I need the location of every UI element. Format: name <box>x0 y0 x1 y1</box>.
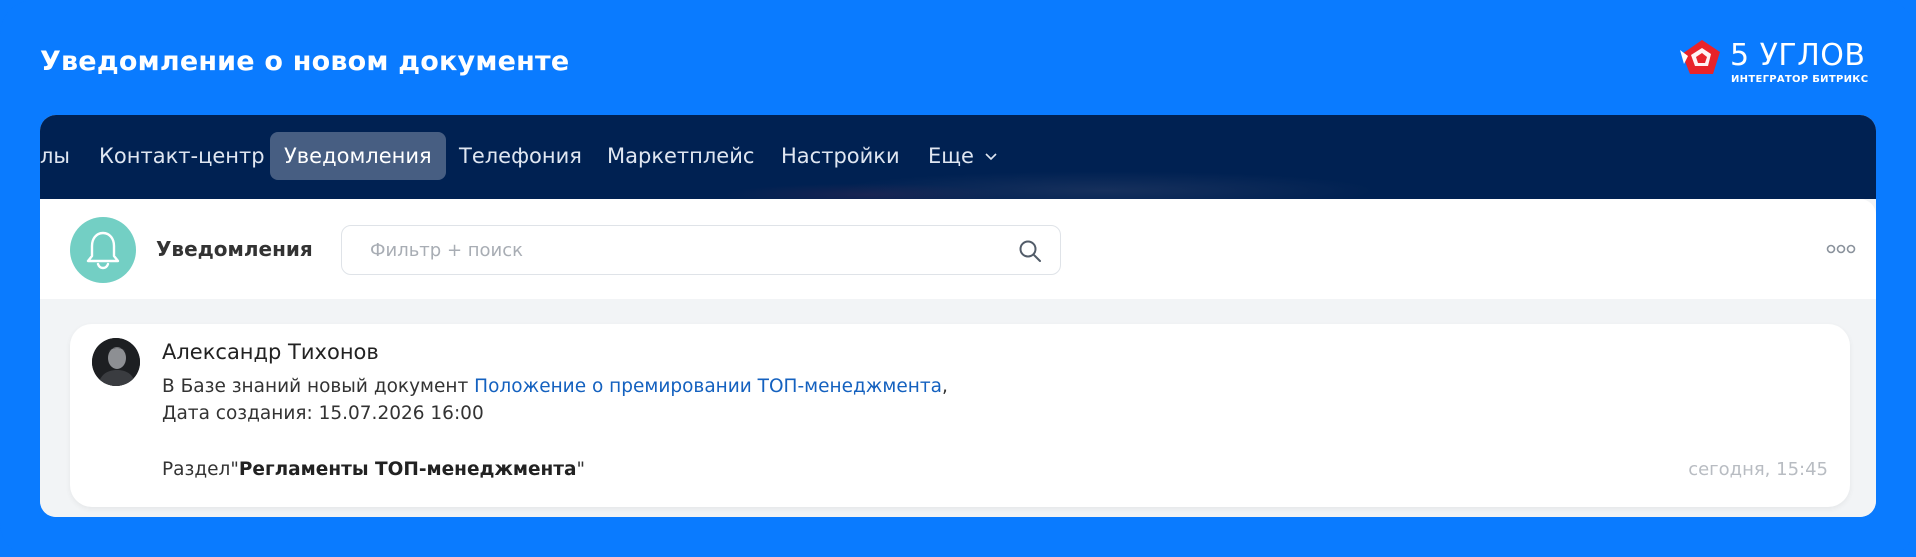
brand-subtitle: ИНТЕГРАТОР БИТРИКС <box>1731 74 1869 85</box>
notification-timestamp: сегодня, 15:45 <box>1688 459 1828 480</box>
more-dots-icon[interactable] <box>1826 243 1856 255</box>
panel-title: Уведомления <box>156 237 313 261</box>
brand-name: 5 УГЛОВ <box>1730 38 1866 73</box>
nav-item-contact-center[interactable]: Контакт-центр <box>85 132 279 180</box>
section-name: Регламенты ТОП-менеджмента <box>238 459 577 480</box>
page-frame: Уведомление о новом документе 5 УГЛОВ ИН… <box>0 0 1916 557</box>
bell-icon <box>86 231 120 270</box>
search-icon[interactable] <box>1018 239 1042 263</box>
notification-line-2: Дата создания: 15.07.2026 16:00 <box>162 403 484 424</box>
notification-section-line: Раздел"Регламенты ТОП-менеджмента" <box>162 459 585 480</box>
search-input[interactable] <box>342 226 1002 274</box>
notification-card[interactable]: Александр Тихонов В Базе знаний новый до… <box>70 324 1850 507</box>
user-photo-icon <box>92 338 140 386</box>
chevron-down-icon <box>985 153 997 161</box>
red-pentagon-star-icon <box>1680 40 1720 74</box>
notification-line-1-prefix: В Базе знаний новый документ <box>162 376 475 397</box>
notification-author[interactable]: Александр Тихонов <box>162 340 379 364</box>
top-navigation: лы Контакт-центр Уведомления Телефония М… <box>40 115 1876 199</box>
notifications-panel: Уведомления Фильтр + поиск Александр Тих… <box>40 199 1876 517</box>
nav-item-settings[interactable]: Настройки <box>767 132 914 180</box>
nav-item-settings-label: Настройки <box>781 144 900 168</box>
app-window: лы Контакт-центр Уведомления Телефония М… <box>40 115 1876 517</box>
nav-item-more[interactable]: Еще <box>914 132 1011 180</box>
nav-item-truncated[interactable]: лы <box>40 132 84 180</box>
avatar[interactable] <box>92 338 140 386</box>
section-suffix: " <box>576 459 586 480</box>
notification-line-1: В Базе знаний новый документ Положение о… <box>162 376 948 397</box>
search-box <box>341 225 1061 275</box>
page-title: Уведомление о новом документе <box>40 46 570 77</box>
panel-header: Уведомления <box>40 199 1876 299</box>
nav-item-notifications[interactable]: Уведомления <box>270 132 446 180</box>
nav-item-more-label: Еще <box>928 144 974 168</box>
section-prefix: Раздел" <box>162 459 239 480</box>
bell-icon-badge <box>70 217 136 283</box>
notification-line-1-suffix: , <box>941 376 948 397</box>
nav-item-telephony[interactable]: Телефония <box>445 132 596 180</box>
brand-logo-block: 5 УГЛОВ ИНТЕГРАТОР БИТРИКС <box>1678 36 1878 90</box>
document-link[interactable]: Положение о премировании ТОП-менеджмента <box>474 376 942 397</box>
nav-item-marketplace[interactable]: Маркетплейс <box>593 132 768 180</box>
